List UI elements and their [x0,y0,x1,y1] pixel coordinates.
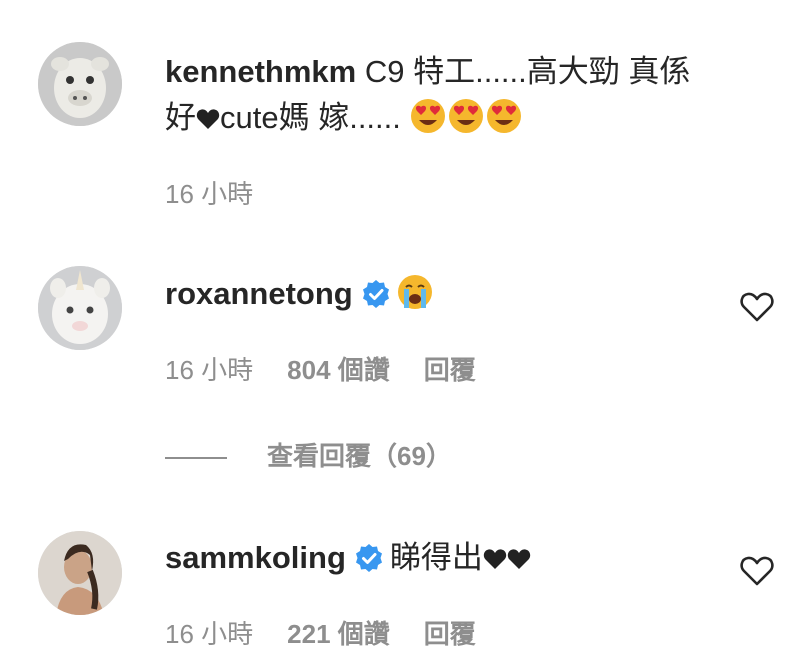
comment-likes[interactable]: 804 個讚 [287,355,390,385]
avatar[interactable] [38,531,122,615]
crying-face-emoji-icon [397,274,433,310]
comment-text-line: roxannetong [165,272,435,316]
comment-timestamp[interactable]: 16 小時 [165,355,253,385]
comment-text: 睇得出 [389,540,483,575]
comment-username[interactable]: kennethmkm [165,54,356,89]
verified-badge-icon [361,279,391,309]
heart-eyes-emoji-icon [410,98,446,134]
view-replies-label: 查看回覆（69） [267,441,452,471]
view-replies-button[interactable]: 查看回覆（69） [165,436,452,476]
heart-eyes-emoji-icon [448,98,484,134]
black-heart-icon [483,548,507,570]
heart-eyes-emoji-icon [486,98,522,134]
plush-toy-avatar-icon [38,42,122,126]
comment-text: cute媽 嫁...... [220,100,401,135]
like-heart-icon[interactable] [740,291,774,323]
comment-text-line: 好 cute媽 嫁...... [165,96,524,140]
comment-meta: 16 小時 221 個讚 回覆 [165,616,510,652]
black-heart-icon [196,108,220,130]
comment-timestamp[interactable]: 16 小時 [165,179,253,209]
comment-timestamp[interactable]: 16 小時 [165,619,253,649]
comment-text-line: kennethmkm C9 特工......高大勁 真係 [165,50,690,94]
comment-meta: 16 小時 804 個讚 回覆 [165,352,510,388]
like-heart-icon[interactable] [740,555,774,587]
comment-text-line: sammkoling 睇得出 [165,536,531,580]
white-unicorn-avatar-icon [38,266,122,350]
comment-likes[interactable]: 221 個讚 [287,619,390,649]
black-heart-icon [507,548,531,570]
woman-portrait-avatar-icon [38,531,122,615]
reply-button[interactable]: 回覆 [424,355,476,385]
avatar[interactable] [38,42,122,126]
comment-username[interactable]: sammkoling [165,540,346,575]
comment-username[interactable]: roxannetong [165,276,353,311]
comment-text: 好 [165,100,196,135]
reply-button[interactable]: 回覆 [424,619,476,649]
verified-badge-icon [354,543,384,573]
avatar[interactable] [38,266,122,350]
divider [165,457,227,460]
comment-text: C9 特工......高大勁 真係 [356,54,691,89]
comments-section: kennethmkm C9 特工......高大勁 真係 好 cute媽 嫁...… [0,0,800,670]
comment-meta: 16 小時 [165,176,287,212]
